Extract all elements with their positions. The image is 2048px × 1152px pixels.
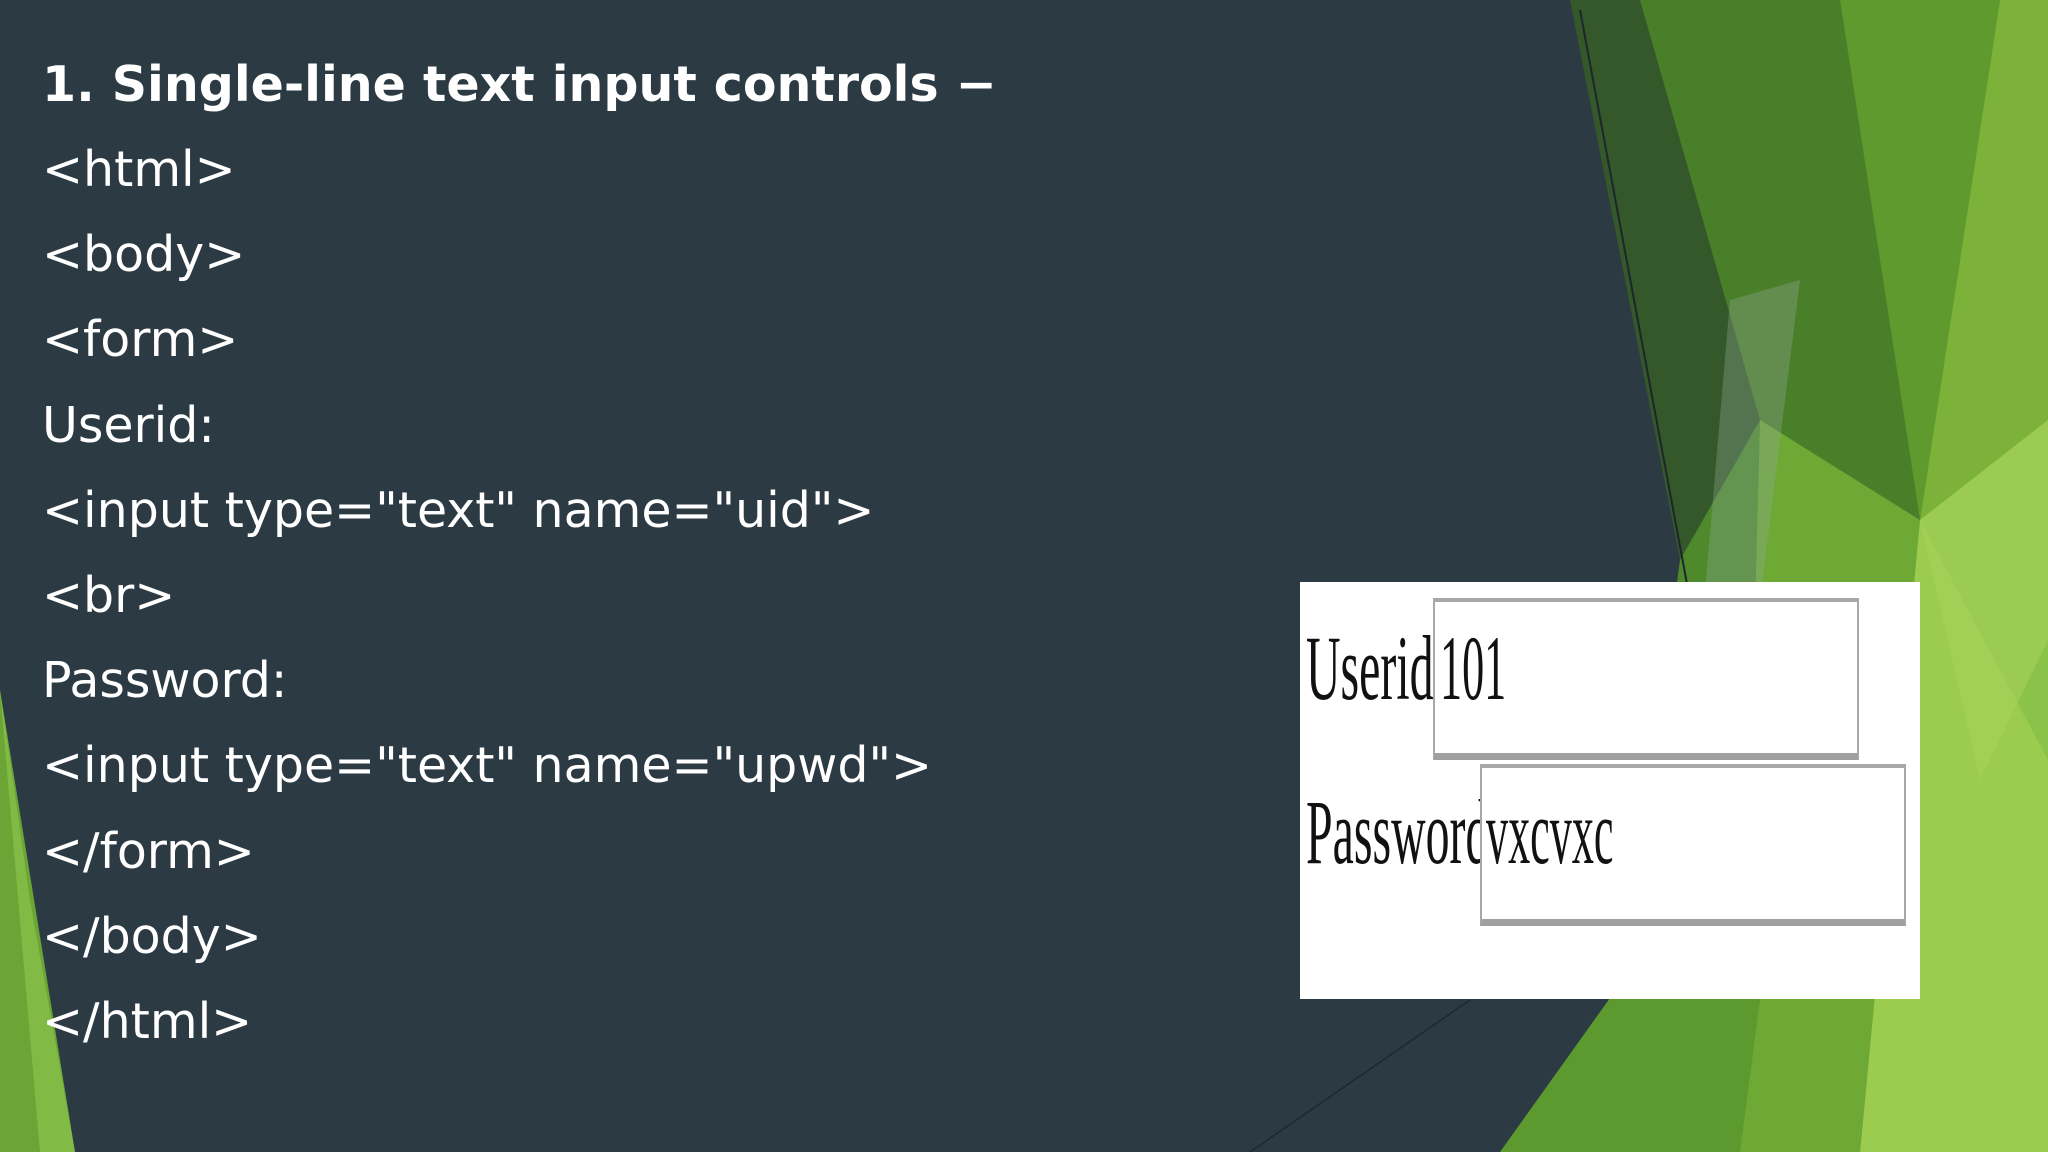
slide-content: 1. Single-line text input controls − <ht… [42,42,1242,1064]
code-line-html-close: </html> [42,993,253,1051]
preview-password-value: vxcvxc [1486,781,1614,883]
slide-title: 1. Single-line text input controls − [42,56,997,113]
code-line-br: <br> [42,567,176,625]
code-line-input-uid: <input type="text" name="uid"> [42,481,875,539]
preview-userid-value: 101 [1440,617,1507,719]
code-line-body-open: <body> [42,226,246,284]
preview-userid-label: Userid: [1306,617,1447,719]
slide: 1. Single-line text input controls − <ht… [0,0,2048,1152]
code-line-html-open: <html> [42,141,236,198]
code-line-form-open: <form> [42,311,239,369]
code-line-userid-label: Userid: [42,396,215,454]
form-preview-image: Userid: 101 Password: vxcvxc [1300,582,1920,999]
code-line-password-label: Password: [42,652,288,710]
code-line-body-close: </body> [42,907,262,965]
code-line-input-upwd: <input type="text" name="upwd"> [42,737,933,795]
preview-password-label: Password: [1306,781,1503,883]
code-line-form-close: </form> [42,822,255,880]
